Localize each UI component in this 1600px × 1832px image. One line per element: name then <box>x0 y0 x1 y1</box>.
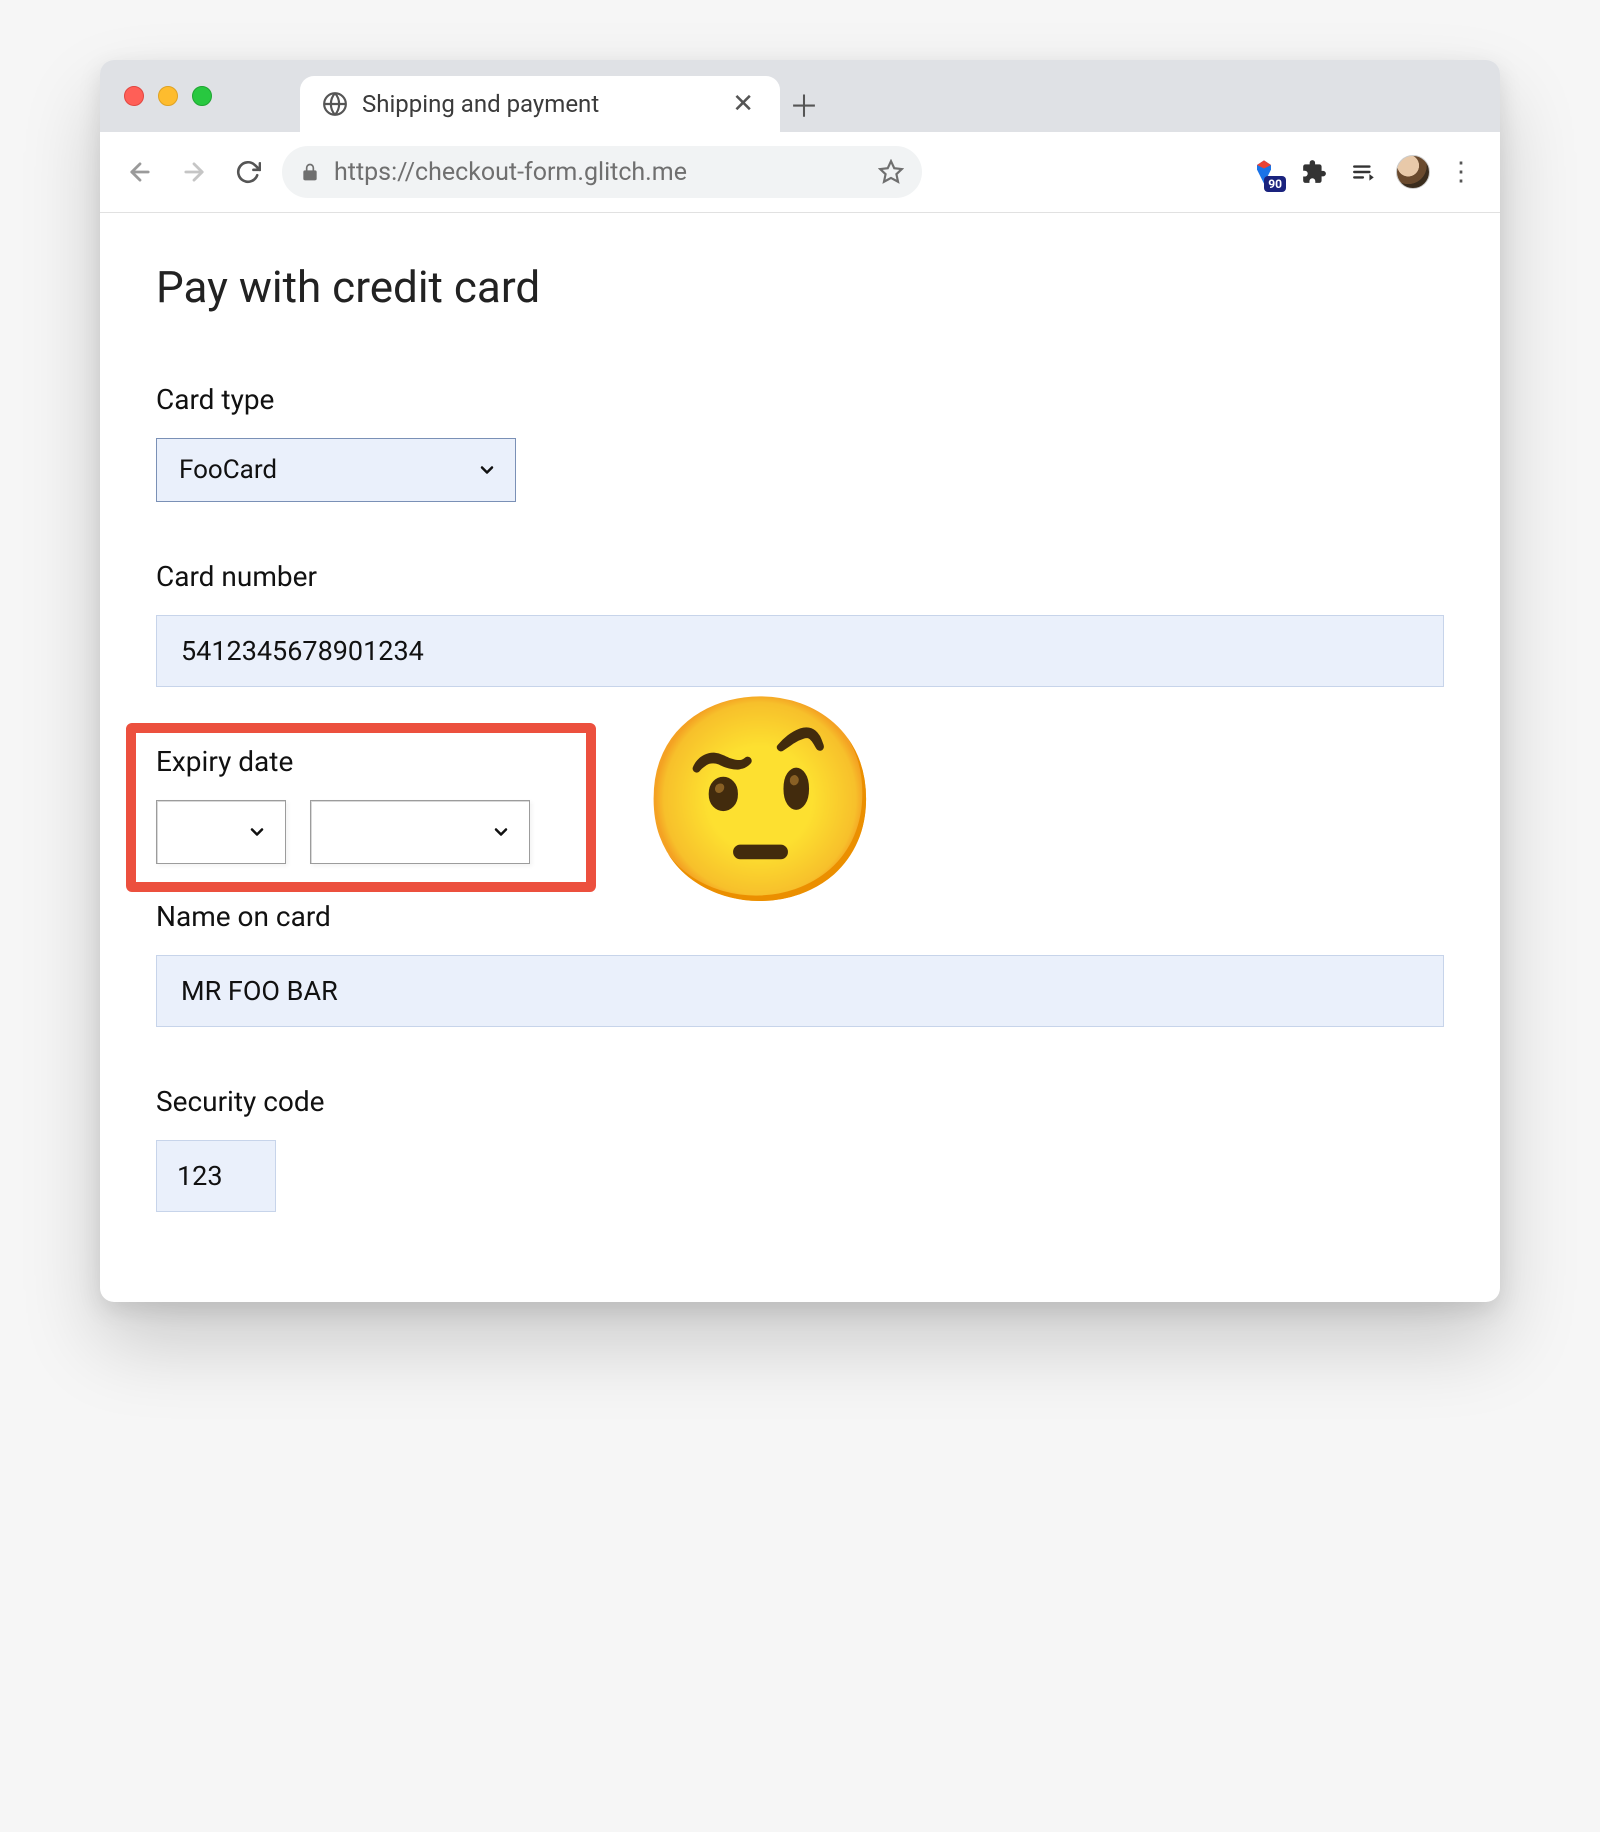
extensions-icon[interactable] <box>1296 154 1332 190</box>
forward-button[interactable] <box>174 152 214 192</box>
new-tab-button[interactable]: ＋ <box>780 76 828 132</box>
tab-title: Shipping and payment <box>362 90 599 118</box>
url-text: https://checkout-form.glitch.me <box>334 158 687 187</box>
expiry-month-select[interactable] <box>156 800 286 864</box>
bookmark-star-icon[interactable] <box>878 159 904 185</box>
close-window-button[interactable] <box>124 86 144 106</box>
titlebar: Shipping and payment ✕ ＋ <box>100 60 1500 132</box>
card-number-value: 5412345678901234 <box>181 635 424 667</box>
media-controls-icon[interactable] <box>1346 154 1382 190</box>
reload-button[interactable] <box>228 152 268 192</box>
name-on-card-value: MR FOO BAR <box>181 975 338 1007</box>
back-button[interactable] <box>120 152 160 192</box>
card-number-field: Card number 5412345678901234 <box>156 560 1444 687</box>
lighthouse-extension-icon[interactable]: 90 <box>1246 154 1282 190</box>
page-content: Pay with credit card Card type FooCard C… <box>100 213 1500 1302</box>
profile-avatar[interactable] <box>1396 155 1430 189</box>
security-code-label: Security code <box>156 1085 1444 1118</box>
chevron-down-icon <box>477 460 497 480</box>
window-controls <box>124 86 212 106</box>
name-on-card-input[interactable]: MR FOO BAR <box>156 955 1444 1027</box>
card-type-label: Card type <box>156 383 1444 416</box>
browser-menu-button[interactable]: ⋮ <box>1444 154 1480 190</box>
security-code-input[interactable]: 123 <box>156 1140 276 1212</box>
card-type-field: Card type FooCard <box>156 383 1444 502</box>
globe-icon <box>322 91 348 117</box>
tabstrip: Shipping and payment ✕ ＋ <box>300 60 828 132</box>
browser-window: Shipping and payment ✕ ＋ https://checkou… <box>100 60 1500 1302</box>
maximize-window-button[interactable] <box>192 86 212 106</box>
address-bar[interactable]: https://checkout-form.glitch.me <box>282 146 922 198</box>
page-title: Pay with credit card <box>156 261 1444 313</box>
name-on-card-field: Name on card MR FOO BAR <box>156 900 1444 1027</box>
card-type-select[interactable]: FooCard <box>156 438 516 502</box>
lock-icon <box>300 161 320 183</box>
raised-eyebrow-emoji: 🤨 <box>636 701 885 901</box>
card-type-value: FooCard <box>179 455 277 485</box>
minimize-window-button[interactable] <box>158 86 178 106</box>
close-tab-icon[interactable]: ✕ <box>724 85 762 123</box>
lighthouse-score-badge: 90 <box>1264 176 1286 192</box>
security-code-value: 123 <box>177 1160 223 1192</box>
chevron-down-icon <box>247 822 267 842</box>
toolbar: https://checkout-form.glitch.me 90 ⋮ <box>100 132 1500 213</box>
browser-tab-active[interactable]: Shipping and payment ✕ <box>300 76 780 132</box>
security-code-field: Security code 123 <box>156 1085 1444 1212</box>
card-number-input[interactable]: 5412345678901234 <box>156 615 1444 687</box>
card-number-label: Card number <box>156 560 1444 593</box>
expiry-year-select[interactable] <box>310 800 530 864</box>
chevron-down-icon <box>491 822 511 842</box>
